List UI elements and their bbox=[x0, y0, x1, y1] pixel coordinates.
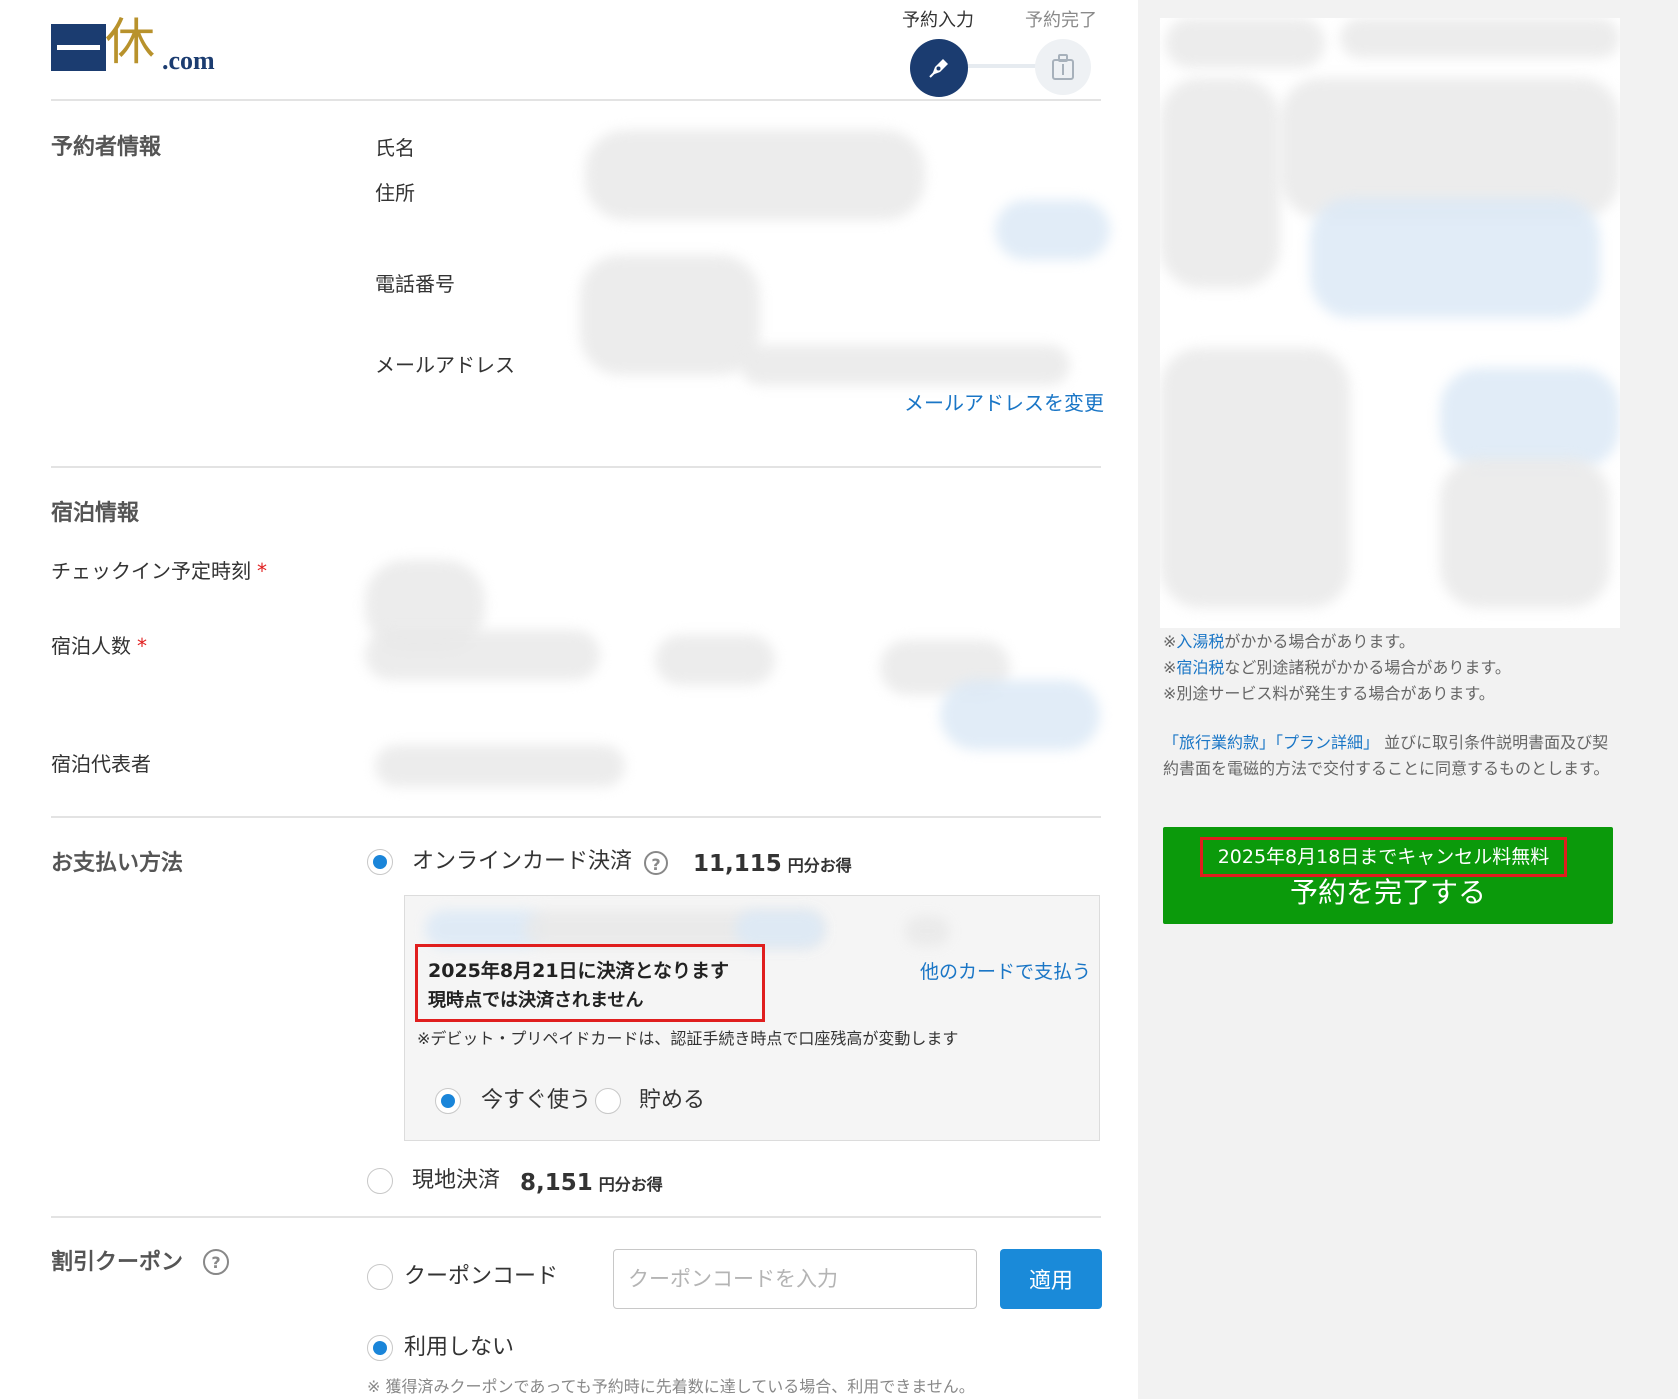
redacted-name-address bbox=[585, 130, 925, 220]
redacted-summary-6 bbox=[1160, 348, 1350, 608]
change-email-link[interactable]: メールアドレスを変更 bbox=[904, 389, 1104, 417]
coupon-none-label[interactable]: 利用しない bbox=[404, 1333, 514, 1363]
points-save-radio[interactable] bbox=[595, 1088, 621, 1114]
logo-suffix: .com bbox=[162, 46, 215, 75]
payment-section-title: お支払い方法 bbox=[51, 851, 184, 876]
name-label: 氏名 bbox=[375, 136, 415, 160]
redacted-guests-1 bbox=[365, 630, 600, 680]
step-label-input: 予約入力 bbox=[902, 10, 974, 31]
other-card-link[interactable]: 他のカードで支払う bbox=[920, 958, 1091, 986]
booker-divider bbox=[51, 466, 1101, 468]
address-label: 住所 bbox=[375, 181, 415, 205]
card-payment-panel: 2025年8月21日に決済となります 現時点では決済されません 他のカードで支払… bbox=[404, 895, 1100, 1141]
free-cancellation-banner: 2025年8月18日までキャンセル料無料 bbox=[1200, 837, 1567, 877]
points-save-label[interactable]: 貯める bbox=[639, 1086, 705, 1116]
redacted-card-4 bbox=[905, 916, 950, 946]
coupon-help-icon[interactable]: ? bbox=[203, 1249, 229, 1275]
onsite-discount: 8,151 円分お得 bbox=[520, 1170, 663, 1196]
not-settled-note: 現時点では決済されません bbox=[428, 990, 644, 1011]
redacted-phone bbox=[580, 255, 760, 375]
coupon-code-radio[interactable] bbox=[367, 1264, 393, 1290]
plan-details-link[interactable]: 「プラン詳細」 bbox=[1275, 733, 1379, 752]
payment-onsite-radio[interactable] bbox=[367, 1168, 393, 1194]
redacted-summary-8 bbox=[1440, 458, 1610, 608]
redacted-guests-4 bbox=[940, 680, 1100, 750]
bathing-tax-link[interactable]: 入湯税 bbox=[1176, 632, 1224, 651]
points-use-now-radio[interactable] bbox=[435, 1088, 461, 1114]
guests-label: 宿泊人数 * bbox=[51, 634, 147, 658]
redacted-summary-1 bbox=[1165, 18, 1325, 68]
logo-mark bbox=[51, 24, 106, 71]
logo-kanji: 休 bbox=[105, 13, 155, 71]
coupon-none-radio[interactable] bbox=[367, 1335, 393, 1361]
stay-section-title: 宿泊情報 bbox=[51, 501, 140, 526]
coupon-code-input[interactable] bbox=[613, 1249, 977, 1309]
step-input bbox=[910, 39, 968, 97]
redacted-email bbox=[740, 345, 1070, 385]
tax-note-bathing: ※入湯税がかかる場合があります。 bbox=[1163, 632, 1415, 651]
settlement-highlight-box: 2025年8月21日に決済となります 現時点では決済されません bbox=[415, 944, 765, 1022]
redacted-card-3 bbox=[735, 910, 825, 948]
payment-divider bbox=[51, 1216, 1101, 1218]
phone-label: 電話番号 bbox=[375, 272, 455, 296]
payment-onsite-label[interactable]: 現地決済 bbox=[412, 1166, 500, 1196]
header-divider bbox=[51, 99, 1101, 101]
complete-booking-label[interactable]: 予約を完了する bbox=[1163, 873, 1613, 913]
tax-note-service: ※別途サービス料が発生する場合があります。 bbox=[1163, 684, 1495, 703]
pen-icon bbox=[929, 59, 948, 78]
representative-label: 宿泊代表者 bbox=[51, 752, 151, 776]
redacted-summary-7 bbox=[1440, 368, 1620, 468]
redacted-guests-2 bbox=[655, 635, 775, 685]
email-label: メールアドレス bbox=[375, 353, 515, 377]
coupon-code-label[interactable]: クーポンコード bbox=[404, 1262, 558, 1292]
redacted-summary-2 bbox=[1340, 18, 1620, 58]
luggage-icon bbox=[1052, 54, 1074, 80]
coupon-note: ※ 獲得済みクーポンであっても予約時に先着数に達している場合、利用できません。 bbox=[367, 1377, 975, 1396]
settlement-date: 2025年8月21日に決済となります bbox=[428, 960, 729, 982]
debit-note: ※デビット・プリペイドカードは、認証手続き時点で口座残高が変動します bbox=[417, 1029, 959, 1048]
redacted-summary-3 bbox=[1160, 78, 1280, 288]
checkin-label: チェックイン予定時刻 * bbox=[51, 559, 267, 583]
payment-online-label[interactable]: オンラインカード決済 bbox=[412, 847, 632, 877]
redacted-summary-4 bbox=[1280, 78, 1620, 218]
plan-summary-card bbox=[1160, 18, 1620, 628]
redacted-representative bbox=[375, 745, 625, 787]
complete-booking-button[interactable]: 2025年8月18日までキャンセル料無料 予約を完了する bbox=[1163, 827, 1613, 924]
points-use-now-label[interactable]: 今すぐ使う bbox=[481, 1086, 591, 1116]
consent-text: 「旅行業約款」「プラン詳細」 並びに取引条件説明書面及び契約書面を電磁的方法で交… bbox=[1163, 733, 1610, 778]
stay-divider bbox=[51, 816, 1101, 818]
step-label-complete: 予約完了 bbox=[1025, 10, 1097, 31]
booker-section-title: 予約者情報 bbox=[51, 135, 162, 160]
step-connector bbox=[960, 64, 1040, 68]
lodging-tax-link[interactable]: 宿泊税 bbox=[1176, 658, 1224, 677]
tax-note-lodging: ※宿泊税など別途諸税がかかる場合があります。 bbox=[1163, 658, 1511, 677]
step-complete bbox=[1035, 39, 1091, 95]
redacted-summary-5 bbox=[1310, 198, 1600, 318]
payment-online-radio[interactable] bbox=[367, 849, 393, 875]
travel-terms-link[interactable]: 「旅行業約款」 bbox=[1163, 733, 1275, 752]
redacted-address-extra bbox=[995, 200, 1110, 260]
site-logo[interactable]: 休 .com bbox=[51, 13, 226, 75]
coupon-section-title: 割引クーポン bbox=[51, 1250, 184, 1275]
question-circle-icon[interactable]: ? bbox=[644, 851, 668, 875]
online-discount: 11,115 円分お得 bbox=[693, 851, 852, 877]
coupon-apply-button[interactable]: 適用 bbox=[1000, 1249, 1102, 1309]
